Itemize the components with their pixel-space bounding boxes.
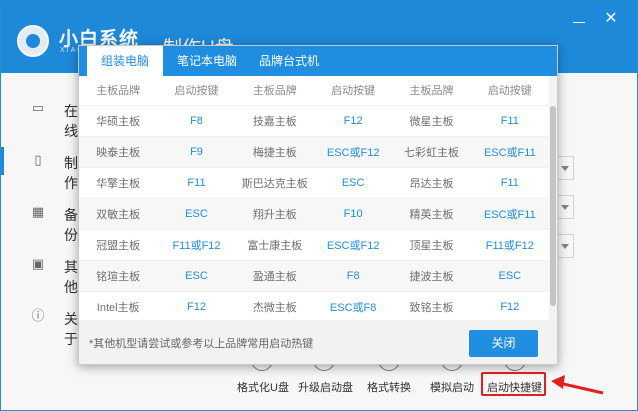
table-row: 双敏主板 ESC 翔升主板 F10 精英主板 ESC或F11 bbox=[79, 198, 549, 230]
hotkey-table: 主板品牌 启动按键 主板品牌 启动按键 主板品牌 启动按键 华硕主板 F8 技嘉… bbox=[79, 76, 549, 320]
table-row: Intel主板 F12 杰微主板 ESC或F8 致铭主板 F12 bbox=[79, 291, 549, 320]
column-header: 主板品牌 bbox=[79, 76, 158, 106]
table-row: 映泰主板 F9 梅捷主板 ESC或F12 七彩虹主板 ESC或F11 bbox=[79, 136, 549, 168]
hotkey-table-container: 主板品牌 启动按键 主板品牌 启动按键 主板品牌 启动按键 华硕主板 F8 技嘉… bbox=[79, 76, 549, 320]
table-row: 冠盟主板 F11或F12 富士康主板 ESC或F12 顶星主板 F11或F12 bbox=[79, 229, 549, 261]
dialog-tabs: 组装电脑 笔记本电脑 品牌台式机 bbox=[79, 46, 557, 76]
brand-cell: 双敏主板 bbox=[79, 198, 158, 230]
brand-cell: 富士康主板 bbox=[235, 229, 314, 261]
hotkey-note: *其他机型请尝试或参考以上品牌常用启动热键 bbox=[89, 338, 314, 350]
boot-hotkey-dialog: 组装电脑 笔记本电脑 品牌台式机 主板品牌 启动按键 主板品牌 启动按键 主板品… bbox=[78, 45, 558, 365]
tab-brand-desktop[interactable]: 品牌台式机 bbox=[251, 46, 327, 76]
key-cell: F11或F12 bbox=[470, 229, 549, 261]
brand-cell: 捷波主板 bbox=[392, 260, 471, 292]
brand-cell: 铭瑄主板 bbox=[79, 260, 158, 292]
key-cell: F11 bbox=[157, 167, 236, 199]
close-button[interactable]: 关闭 bbox=[469, 330, 538, 357]
key-cell: F11或F12 bbox=[157, 229, 236, 261]
column-header: 启动按键 bbox=[313, 76, 393, 106]
key-cell: ESC或F11 bbox=[470, 136, 549, 168]
brand-cell: Intel主板 bbox=[79, 291, 158, 320]
tab-assembled-pc[interactable]: 组装电脑 bbox=[87, 46, 163, 76]
brand-cell: 华擎主板 bbox=[79, 167, 158, 199]
key-cell: F8 bbox=[157, 105, 236, 137]
dialog-footer: *其他机型请尝试或参考以上品牌常用启动热键 关闭 bbox=[79, 320, 557, 364]
table-header-row: 主板品牌 启动按键 主板品牌 启动按键 主板品牌 启动按键 bbox=[79, 76, 549, 106]
key-cell: ESC bbox=[470, 260, 549, 292]
key-cell: F12 bbox=[470, 291, 549, 320]
key-cell: F11 bbox=[470, 167, 549, 199]
key-cell: ESC或F12 bbox=[313, 229, 393, 261]
table-row: 华硕主板 F8 技嘉主板 F12 微星主板 F11 bbox=[79, 105, 549, 137]
key-cell: F8 bbox=[313, 260, 393, 292]
brand-cell: 七彩虹主板 bbox=[392, 136, 471, 168]
column-header: 主板品牌 bbox=[392, 76, 471, 106]
brand-cell: 华硕主板 bbox=[79, 105, 158, 137]
brand-cell: 盈通主板 bbox=[235, 260, 314, 292]
column-header: 启动按键 bbox=[470, 76, 549, 106]
brand-cell: 冠盟主板 bbox=[79, 229, 158, 261]
key-cell: F11 bbox=[470, 105, 549, 137]
key-cell: F9 bbox=[157, 136, 236, 168]
table-scrollbar[interactable] bbox=[549, 76, 557, 320]
brand-cell: 杰微主板 bbox=[235, 291, 314, 320]
key-cell: ESC或F8 bbox=[313, 291, 393, 320]
column-header: 启动按键 bbox=[157, 76, 236, 106]
brand-cell: 斯巴达克主板 bbox=[235, 167, 314, 199]
key-cell: ESC或F11 bbox=[470, 198, 549, 230]
column-header: 主板品牌 bbox=[235, 76, 314, 106]
key-cell: ESC或F12 bbox=[313, 136, 393, 168]
brand-cell: 致铭主板 bbox=[392, 291, 471, 320]
scrollbar-thumb[interactable] bbox=[550, 106, 556, 306]
brand-cell: 微星主板 bbox=[392, 105, 471, 137]
brand-cell: 梅捷主板 bbox=[235, 136, 314, 168]
brand-cell: 翔升主板 bbox=[235, 198, 314, 230]
table-row: 铭瑄主板 ESC 盈通主板 F8 捷波主板 ESC bbox=[79, 260, 549, 292]
brand-cell: 顶星主板 bbox=[392, 229, 471, 261]
key-cell: ESC bbox=[157, 260, 236, 292]
brand-cell: 精英主板 bbox=[392, 198, 471, 230]
key-cell: F12 bbox=[157, 291, 236, 320]
tab-laptop[interactable]: 笔记本电脑 bbox=[169, 46, 245, 76]
brand-cell: 技嘉主板 bbox=[235, 105, 314, 137]
brand-cell: 昂达主板 bbox=[392, 167, 471, 199]
key-cell: ESC bbox=[313, 167, 393, 199]
key-cell: F12 bbox=[313, 105, 393, 137]
table-row: 华擎主板 F11 斯巴达克主板 ESC 昂达主板 F11 bbox=[79, 167, 549, 199]
brand-cell: 映泰主板 bbox=[79, 136, 158, 168]
key-cell: F10 bbox=[313, 198, 393, 230]
key-cell: ESC bbox=[157, 198, 236, 230]
